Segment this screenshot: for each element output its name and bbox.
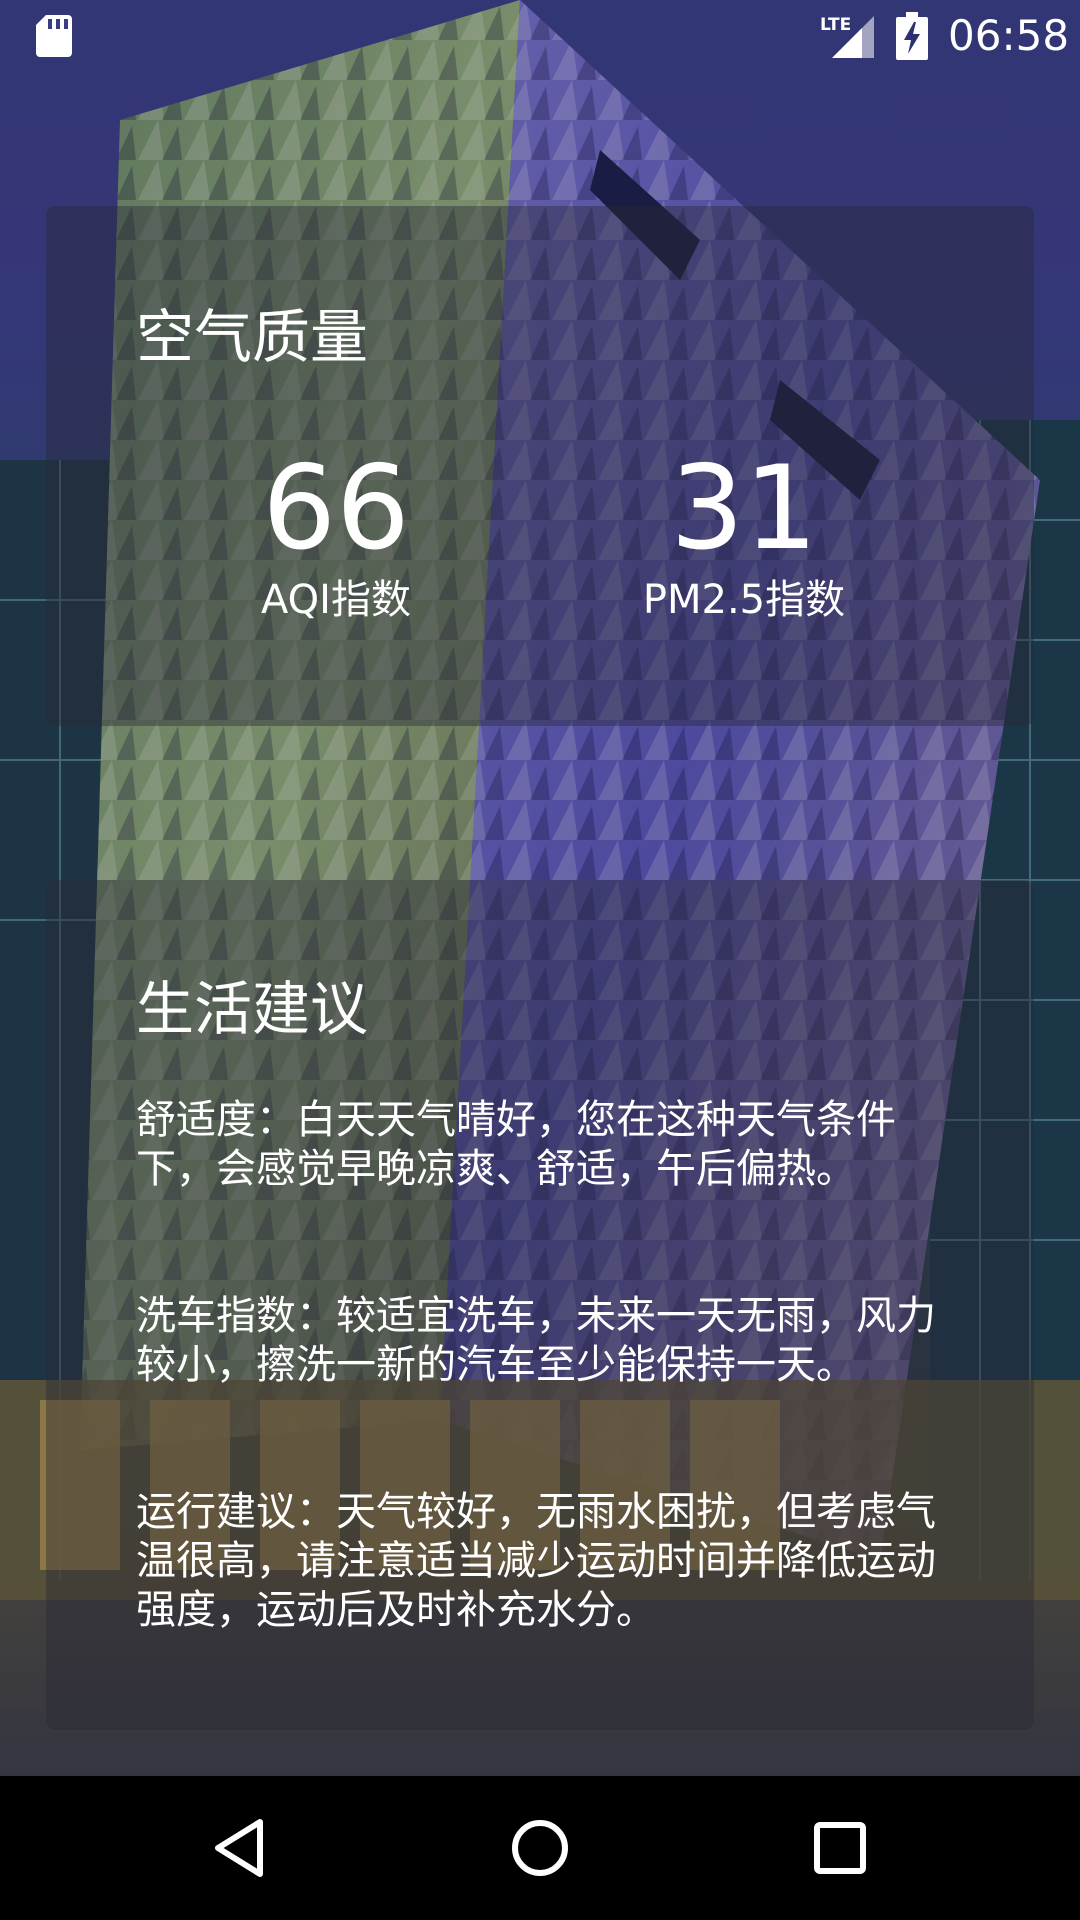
- lte-label: LTE: [820, 15, 851, 35]
- weather-screen: LTE 06:58 空气质量 66 AQI指数 31 PM2.5指数 生活建议 …: [0, 0, 1080, 1920]
- lte-signal-icon: LTE: [820, 15, 874, 58]
- home-button[interactable]: [490, 1798, 590, 1898]
- home-icon: [512, 1820, 568, 1876]
- life-advice-title: 生活建议: [136, 975, 369, 1043]
- battery-charging-icon: [896, 12, 928, 60]
- back-button[interactable]: [190, 1798, 290, 1898]
- navigation-bar: [0, 1776, 1080, 1920]
- recents-button[interactable]: [790, 1798, 890, 1898]
- pm25-metric: 31 PM2.5指数: [564, 446, 924, 626]
- sd-card-icon: [36, 15, 72, 57]
- car-wash-advice: 洗车指数：较适宜洗车，未来一天无雨，风力较小，擦洗一新的汽车至少能保持一天。: [136, 1293, 936, 1388]
- sport-advice: 运行建议：天气较好，无雨水困扰，但考虑气温很高，请注意适当减少运动时间并降低运动…: [136, 1489, 936, 1633]
- status-clock: 06:58: [948, 11, 1070, 60]
- comfort-advice: 舒适度：白天天气晴好，您在这种天气条件下，会感觉早晚凉爽、舒适，午后偏热。: [136, 1097, 896, 1192]
- air-quality-title: 空气质量: [136, 303, 369, 371]
- pm25-label: PM2.5指数: [642, 577, 846, 623]
- back-icon: [215, 1819, 263, 1877]
- air-quality-card: 空气质量 66 AQI指数 31 PM2.5指数: [46, 206, 1034, 726]
- aqi-label: AQI指数: [261, 577, 411, 623]
- aqi-metric: 66 AQI指数: [156, 446, 516, 626]
- status-bar: LTE 06:58: [0, 0, 1080, 72]
- recents-icon: [814, 1822, 866, 1874]
- life-advice-card: 生活建议 舒适度：白天天气晴好，您在这种天气条件下，会感觉早晚凉爽、舒适，午后偏…: [46, 880, 1034, 1730]
- aqi-value: 66: [262, 441, 410, 576]
- pm25-value: 31: [670, 441, 818, 576]
